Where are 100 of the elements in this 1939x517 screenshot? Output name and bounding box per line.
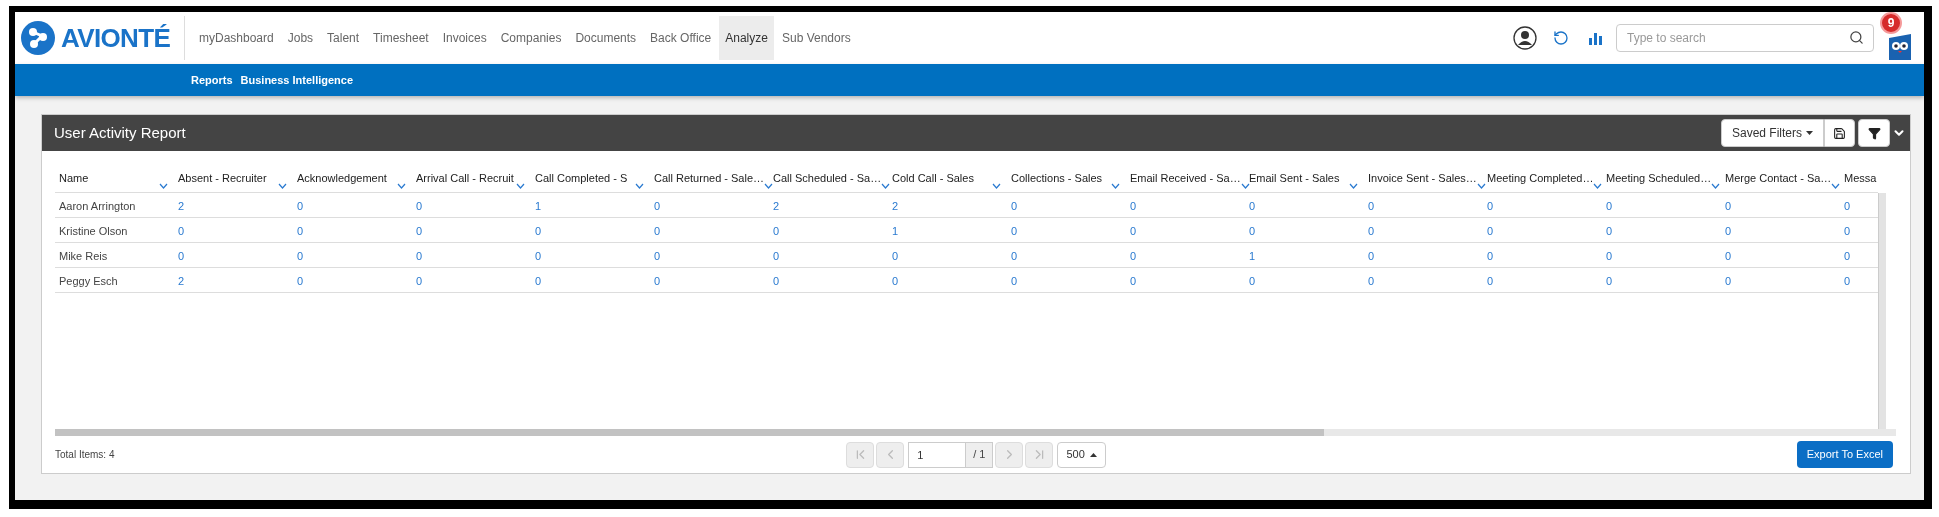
bar-chart-icon[interactable] [1589, 31, 1603, 45]
scrollbar-thumb[interactable] [55, 429, 1324, 436]
column-header[interactable]: Email Sent - Sales [1249, 171, 1340, 185]
column-menu-icon[interactable] [1593, 183, 1603, 189]
count-link[interactable]: 0 [892, 250, 899, 262]
search-field[interactable]: Type to search [1616, 24, 1874, 52]
column-header[interactable]: Absent - Recruiter [178, 171, 267, 185]
count-link[interactable]: 0 [1130, 275, 1137, 287]
saved-filters-dropdown[interactable]: Saved Filters [1720, 119, 1824, 147]
column-menu-icon[interactable] [397, 183, 406, 189]
column-header[interactable]: Messa [1844, 171, 1877, 185]
count-link[interactable]: 0 [535, 275, 542, 287]
search-icon[interactable] [1849, 30, 1864, 45]
column-header[interactable]: Cold Call - Sales [892, 171, 974, 185]
count-link[interactable]: 0 [1844, 275, 1851, 287]
count-link[interactable]: 0 [1844, 200, 1851, 212]
count-link[interactable]: 0 [1606, 225, 1613, 237]
count-link[interactable]: 2 [892, 200, 899, 212]
count-link[interactable]: 0 [654, 225, 661, 237]
count-link[interactable]: 0 [297, 250, 304, 262]
count-link[interactable]: 0 [1487, 250, 1494, 262]
nav-tab[interactable]: Jobs [281, 16, 320, 60]
column-menu-icon[interactable] [1831, 183, 1841, 189]
column-header[interactable]: Collections - Sales [1011, 171, 1103, 185]
count-link[interactable]: 0 [773, 225, 780, 237]
nav-tab[interactable]: Documents [569, 16, 643, 60]
count-link[interactable]: 0 [654, 275, 661, 287]
column-menu-icon[interactable] [278, 183, 287, 189]
count-link[interactable]: 0 [1249, 200, 1256, 212]
subnav-link[interactable]: Reports [191, 71, 233, 89]
count-link[interactable]: 0 [1606, 200, 1613, 212]
owl-icon[interactable] [1889, 34, 1911, 60]
count-link[interactable]: 0 [1249, 225, 1256, 237]
count-link[interactable]: 0 [1368, 275, 1375, 287]
column-menu-icon[interactable] [1111, 183, 1120, 189]
count-link[interactable]: 0 [1725, 225, 1732, 237]
user-icon[interactable] [1513, 26, 1537, 50]
count-link[interactable]: 0 [1368, 200, 1375, 212]
nav-tab[interactable]: Invoices [436, 16, 493, 60]
column-menu-icon[interactable] [1349, 183, 1358, 189]
column-header[interactable]: Meeting Scheduled… [1606, 171, 1712, 185]
count-link[interactable]: 0 [297, 275, 304, 287]
count-link[interactable]: 0 [1368, 250, 1375, 262]
nav-tab[interactable]: Talent [321, 16, 366, 60]
nav-tab[interactable]: myDashboard [193, 16, 280, 60]
count-link[interactable]: 0 [535, 225, 542, 237]
count-link[interactable]: 0 [1725, 250, 1732, 262]
count-link[interactable]: 0 [1249, 275, 1256, 287]
count-link[interactable]: 2 [178, 275, 185, 287]
column-header[interactable]: Name [59, 171, 89, 185]
count-link[interactable]: 0 [1844, 225, 1851, 237]
nav-tab[interactable]: Analyze [719, 16, 774, 60]
count-link[interactable]: 0 [1844, 250, 1851, 262]
count-link[interactable]: 0 [1011, 200, 1018, 212]
count-link[interactable]: 0 [416, 275, 423, 287]
vertical-scrollbar[interactable] [1878, 193, 1886, 429]
count-link[interactable]: 0 [1487, 275, 1494, 287]
column-header[interactable]: Invoice Sent - Sales… [1368, 171, 1477, 185]
count-link[interactable]: 0 [1130, 250, 1137, 262]
count-link[interactable]: 0 [1725, 275, 1732, 287]
count-link[interactable]: 0 [1368, 225, 1375, 237]
save-button[interactable] [1824, 119, 1855, 147]
column-menu-icon[interactable] [1711, 183, 1721, 189]
count-link[interactable]: 0 [178, 225, 185, 237]
horizontal-scrollbar[interactable] [55, 429, 1896, 436]
count-link[interactable]: 2 [178, 200, 185, 212]
nav-tab[interactable]: Timesheet [367, 16, 435, 60]
export-button[interactable]: Export To Excel [1796, 441, 1893, 468]
count-link[interactable]: 0 [1725, 200, 1732, 212]
count-link[interactable]: 0 [773, 275, 780, 287]
subnav-link[interactable]: Business Intelligence [240, 71, 354, 89]
count-link[interactable]: 0 [773, 250, 780, 262]
column-menu-icon[interactable] [881, 183, 891, 189]
column-header[interactable]: Arrival Call - Recruit [416, 171, 514, 185]
column-menu-icon[interactable] [992, 183, 1001, 189]
column-menu-icon[interactable] [1240, 183, 1250, 189]
count-link[interactable]: 0 [1487, 225, 1494, 237]
count-link[interactable]: 0 [892, 275, 899, 287]
page-input[interactable]: 1 [908, 441, 967, 468]
count-link[interactable]: 0 [416, 250, 423, 262]
column-menu-icon[interactable] [764, 183, 774, 189]
count-link[interactable]: 1 [1249, 250, 1256, 262]
column-header[interactable]: Call Returned - Sale… [654, 171, 765, 185]
column-header[interactable]: Call Scheduled - Sa… [773, 171, 882, 185]
column-menu-icon[interactable] [159, 183, 168, 189]
count-link[interactable]: 0 [297, 225, 304, 237]
count-link[interactable]: 0 [1130, 200, 1137, 212]
count-link[interactable]: 0 [1487, 200, 1494, 212]
count-link[interactable]: 0 [1606, 250, 1613, 262]
nav-tab[interactable]: Companies [494, 16, 568, 60]
count-link[interactable]: 0 [1606, 275, 1613, 287]
filter-button[interactable] [1858, 119, 1890, 147]
column-header[interactable]: Merge Contact - Sa… [1725, 171, 1832, 185]
count-link[interactable]: 0 [416, 225, 423, 237]
nav-tab[interactable]: Back Office [644, 16, 718, 60]
column-menu-icon[interactable] [516, 183, 525, 189]
count-link[interactable]: 0 [416, 200, 423, 212]
count-link[interactable]: 0 [654, 200, 661, 212]
count-link[interactable]: 2 [773, 200, 780, 212]
count-link[interactable]: 0 [1130, 225, 1137, 237]
